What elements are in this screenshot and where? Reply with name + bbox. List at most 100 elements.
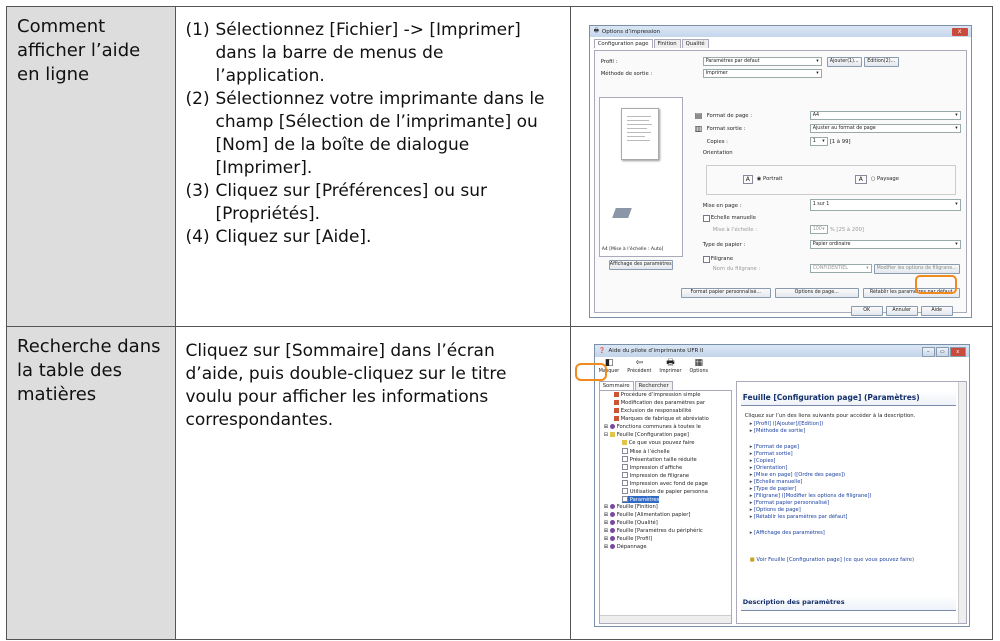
maximize-button[interactable]: ▭ — [935, 347, 949, 357]
output-format-label: Format sortie : — [706, 126, 746, 132]
watermark-name-select[interactable]: CONFIDENTIEL — [809, 264, 872, 273]
layout-select[interactable]: 1 sur 1 — [809, 199, 961, 211]
tree-item[interactable]: ⊞ Feuille [Profil] — [604, 536, 652, 542]
profile-select[interactable]: Paramètres par défaut — [702, 57, 822, 66]
options-button[interactable]: ▦ Options — [689, 358, 708, 378]
content-link[interactable]: [Profil] ([Ajouter]/[Edition]) — [750, 421, 823, 427]
tree-item[interactable]: ⊞ Feuille [Qualité] — [604, 520, 658, 526]
content-link[interactable]: [Type de papier] — [750, 486, 796, 492]
output-format-select[interactable]: Ajuster au format de page — [809, 124, 961, 133]
content-link[interactable]: [Format sortie] — [750, 451, 793, 457]
close-window-button[interactable]: x — [949, 347, 966, 357]
page-format-icon: ▤ — [694, 111, 703, 120]
tree-item-selected[interactable]: Paramètres — [621, 496, 660, 503]
tree-scrollbar[interactable] — [599, 615, 731, 623]
content-link[interactable]: [Affichage des paramètres] — [750, 530, 825, 536]
content-link[interactable]: [Format papier personnalisé] — [750, 500, 829, 506]
landscape-radio[interactable]: ○ Paysage — [871, 176, 899, 182]
cancel-button[interactable]: Annuler — [885, 306, 918, 316]
content-link[interactable]: [Mise en page] ([Ordre des pages]) — [750, 472, 845, 478]
page-options-button[interactable]: Options de page... — [774, 288, 859, 298]
close-button[interactable]: x — [951, 28, 968, 36]
row2-screenshot-cell: ❓ Aide du pilote d’imprimante UFR II – ▭… — [569, 326, 994, 640]
step-number: (3) — [185, 181, 210, 201]
tree-item[interactable]: Marques de fabrique et abréviatio — [613, 416, 709, 422]
ok-button[interactable]: OK — [850, 306, 883, 316]
dialog-body: Profil : Paramètres par défaut Ajouter(1… — [593, 50, 967, 316]
content-link[interactable]: [Format de page] — [750, 444, 799, 450]
tab-configuration-page[interactable]: Configuration page — [593, 39, 653, 48]
content-link[interactable]: [Echelle manuelle] — [750, 479, 802, 485]
content-scrollbar[interactable] — [957, 382, 966, 623]
step-number: (4) — [185, 227, 210, 247]
manual-scale-checkbox[interactable] — [702, 215, 710, 222]
modify-watermark-button[interactable]: Modifier les options de filigrane... — [873, 264, 960, 274]
output-method-select[interactable]: Imprimer — [702, 69, 822, 78]
tree-item[interactable]: ⊟ Feuille [Configuration page] — [604, 432, 689, 438]
custom-paper-button[interactable]: Format papier personnalisé... — [680, 288, 771, 298]
tree-item[interactable]: Utilisation de papier personna — [621, 488, 708, 495]
content-link[interactable]: [Orientation] — [750, 465, 787, 471]
copies-stepper[interactable]: 1 — [809, 137, 828, 146]
content-heading: Feuille [Configuration page] (Paramètres… — [740, 390, 956, 406]
back-button[interactable]: ⇦ Précédent — [627, 358, 651, 378]
show-settings-button[interactable]: Affichage des paramètres — [608, 260, 673, 270]
content-link[interactable]: [Copies] — [750, 458, 775, 464]
content-link[interactable]: [Filigrane] ([Modifier les options de fi… — [750, 493, 872, 499]
watermark-checkbox[interactable] — [702, 256, 710, 263]
paper-type-select[interactable]: Papier ordinaire — [809, 240, 961, 249]
content-footer-heading: Description des paramètres — [740, 595, 956, 611]
tree-item[interactable]: Présentation taille réduite — [621, 456, 697, 463]
back-label: Précédent — [627, 369, 652, 374]
manual-scale-label: Echelle manuelle — [710, 215, 757, 221]
tree-item[interactable]: Modification des paramètres par — [613, 400, 705, 406]
dialog-tabs: Configuration page Finition Qualité — [590, 37, 971, 48]
tree-item[interactable]: Exclusion de responsabilité — [613, 408, 691, 414]
tree-item[interactable]: ⊞ Fonctions communes à toutes le — [604, 424, 701, 430]
watermark-name-label: Nom du filigrane : — [712, 266, 761, 272]
tab-finition[interactable]: Finition — [653, 39, 681, 48]
help-button[interactable]: Aide — [920, 306, 953, 316]
tree-item[interactable]: Mise à l’échelle — [621, 448, 670, 455]
page-format-label: Format de page : — [706, 113, 753, 119]
tree-item[interactable]: Procédure d’impression simple — [613, 392, 700, 398]
step-text: Sélectionnez [Fichier] -> [Imprimer] dan… — [215, 20, 521, 86]
scale-stepper[interactable]: 100 — [809, 225, 828, 234]
tree-item[interactable]: Impression d’affiche — [621, 464, 682, 471]
contents-tree: Procédure d’impression simple Modificati… — [598, 390, 732, 624]
edit-button[interactable]: Edition(2)... — [863, 57, 899, 67]
preview-caption: A4 [Mise à l’échelle : Auto] — [601, 247, 664, 252]
help-tabs: Sommaire Rechercher — [597, 381, 732, 390]
tree-item[interactable]: Impression de filigrane — [621, 472, 689, 479]
tree-item[interactable]: ⊞ Feuille [Finition] — [604, 504, 658, 510]
step-1: (1) Sélectionnez [Fichier] -> [Imprimer] … — [186, 19, 556, 88]
tree-item[interactable]: ⊞ Feuille [Paramètres du périphéric — [604, 528, 703, 534]
tree-item[interactable]: Impression avec fond de page — [621, 480, 708, 487]
tab-qualite[interactable]: Qualité — [681, 39, 709, 48]
portrait-icon: A — [742, 175, 753, 184]
print-options-dialog: 🖶 Options d’impression x Configuration p… — [588, 25, 972, 318]
printer-graphic — [611, 208, 632, 218]
print-button[interactable]: 🖶 Imprimer — [659, 358, 681, 378]
portrait-radio[interactable]: ◉ Portrait — [757, 176, 783, 182]
content-link[interactable]: [Options de page] — [750, 507, 801, 513]
portrait-label: Portrait — [763, 176, 783, 182]
add-button[interactable]: Ajouter(1)... — [826, 57, 862, 67]
see-also-link[interactable]: ■ Voir Feuille [Configuration page] (ce … — [750, 557, 914, 563]
instruction-table: Comment afficher l’aide en ligne (1) Séle… — [6, 6, 994, 640]
landscape-label: Paysage — [877, 176, 899, 182]
help-app-icon: ❓ — [598, 348, 606, 354]
content-link[interactable]: [Rétablir les paramètres par défaut] — [750, 514, 847, 520]
minimize-button[interactable]: – — [921, 347, 935, 357]
page-format-select[interactable]: A4 — [809, 111, 961, 120]
tree-item[interactable]: Ce que vous pouvez faire — [621, 440, 695, 446]
dialog-title: Options d’impression — [601, 28, 661, 35]
tab-sommaire[interactable]: Sommaire — [598, 381, 634, 390]
tree-item[interactable]: ⊞ Dépannage — [604, 544, 647, 550]
content-link[interactable]: [Méthode de sortie] — [750, 428, 805, 434]
tab-rechercher[interactable]: Rechercher — [634, 381, 673, 390]
navigation-pane: Sommaire Rechercher Procédure d’impressi… — [597, 381, 732, 624]
layout-label: Mise en page : — [702, 203, 742, 209]
tree-item[interactable]: ⊞ Feuille [Alimentation papier] — [604, 512, 690, 518]
printer-icon: 🖶 — [593, 28, 599, 34]
